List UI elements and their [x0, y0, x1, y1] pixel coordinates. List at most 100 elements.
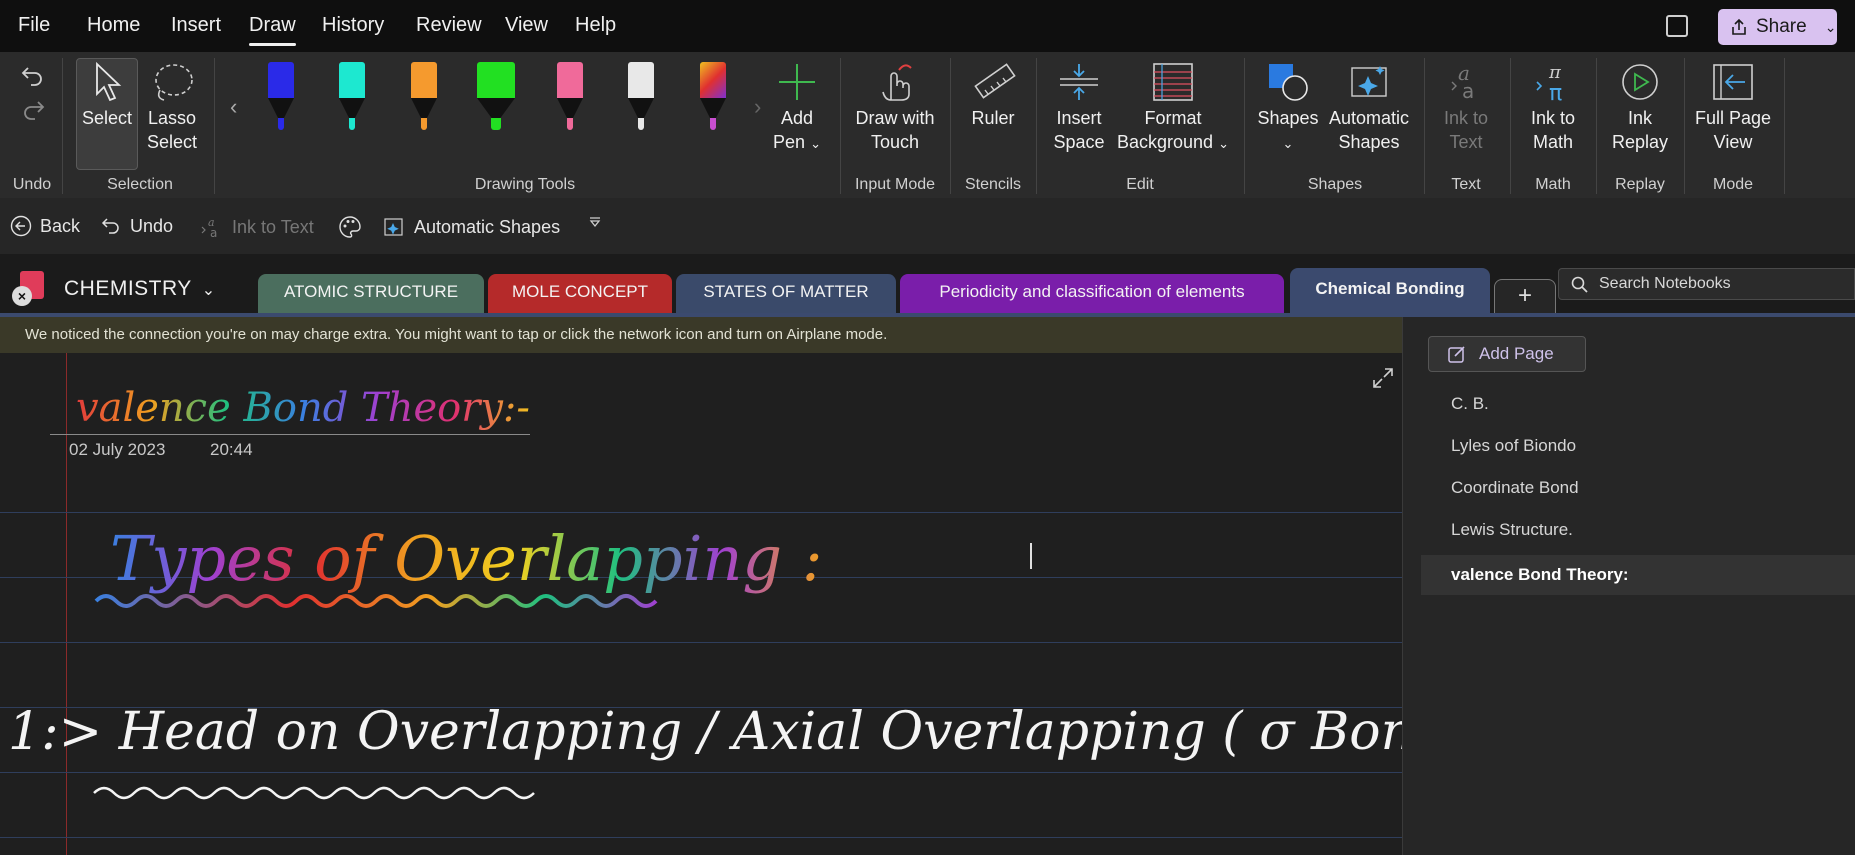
ruler-button[interactable]: Ruler [958, 62, 1028, 130]
automatic-shapes-button[interactable]: Automatic Shapes [1324, 62, 1414, 154]
menu-home[interactable]: Home [87, 14, 140, 37]
white-pen[interactable] [626, 62, 656, 132]
tab-periodicity[interactable]: Periodicity and classification of elemen… [900, 274, 1284, 314]
ink-to-text-icon: aa [201, 216, 217, 239]
select-button[interactable]: Select [76, 62, 138, 130]
menu-review[interactable]: Review [416, 14, 482, 37]
format-background-button[interactable]: Format Background ⌄ [1116, 62, 1230, 156]
blue-pen[interactable] [266, 62, 296, 132]
page-item[interactable]: Lyles oof Biondo [1403, 427, 1855, 465]
chevron-down-icon: ⌄ [810, 136, 821, 151]
qa-undo-label: Undo [130, 215, 174, 236]
page-item-active[interactable]: valence Bond Theory: [1421, 555, 1855, 595]
share-label: Share [1756, 16, 1807, 37]
qa-ink-to-text-button[interactable]: aa Ink to Text [200, 215, 314, 239]
full-page-view-icon [1713, 64, 1753, 100]
pink-pen[interactable] [555, 62, 585, 132]
add-page-label: Add Page [1479, 344, 1554, 363]
back-button[interactable]: Back [10, 215, 80, 237]
qa-undo-button[interactable]: Undo [100, 215, 173, 237]
lasso-label-2: Select [146, 132, 198, 152]
close-icon[interactable]: × [12, 286, 32, 306]
tab-states-of-matter[interactable]: STATES OF MATTER [676, 274, 896, 314]
ink-line-1[interactable]: 1:> Head on Overlapping / Axial Overlapp… [8, 702, 1402, 762]
pens-scroll-left-icon[interactable]: ‹ [230, 94, 237, 120]
selection-group-label: Selection [107, 176, 173, 193]
green-highlighter[interactable] [476, 62, 516, 132]
page-date: 02 July 2023 [69, 440, 166, 459]
add-pen-label-2: Pen [773, 132, 806, 152]
insert-space-label-1: Insert [1056, 108, 1102, 128]
page-item[interactable]: Lewis Structure. [1403, 511, 1855, 549]
orange-pen[interactable] [409, 62, 439, 132]
share-button[interactable]: Share ⌄ [1718, 9, 1837, 45]
chevron-down-icon: ⌄ [1218, 136, 1229, 151]
rainbow-pen[interactable] [698, 62, 728, 132]
mode-group-label: Mode [1712, 176, 1754, 193]
lasso-select-button[interactable]: Lasso Select [142, 62, 202, 154]
menu-file[interactable]: File [18, 14, 50, 37]
ink-replay-button[interactable]: Ink Replay [1602, 62, 1678, 154]
tab-chemical-bonding[interactable]: Chemical Bonding [1290, 268, 1490, 314]
pens-scroll-right-icon[interactable]: › [754, 94, 761, 120]
menu-insert[interactable]: Insert [171, 14, 221, 37]
ink-to-math-button[interactable]: ππ Ink to Math [1516, 62, 1590, 154]
text-group-label: Text [1451, 176, 1481, 193]
customize-qab-button[interactable] [588, 215, 602, 229]
add-page-button[interactable]: Add Page [1428, 336, 1586, 372]
redo-icon[interactable] [20, 96, 46, 122]
full-page-view-button[interactable]: Full Page View [1690, 62, 1776, 154]
add-pen-button[interactable]: Add Pen ⌄ [768, 62, 826, 156]
page-title-ink[interactable]: valence Bond Theory:- [76, 385, 530, 431]
ink-replay-label-2: Replay [1611, 132, 1669, 152]
menu-view[interactable]: View [505, 14, 548, 37]
svg-text:π: π [1548, 62, 1562, 83]
metered-connection-notice: We noticed the connection you're on may … [0, 317, 1402, 353]
ink-to-math-label-2: Math [1532, 132, 1574, 152]
search-placeholder: Search Notebooks [1599, 275, 1731, 292]
expand-icon[interactable] [1372, 367, 1394, 389]
rule-line [0, 772, 1402, 773]
ruler-label: Ruler [971, 108, 1015, 128]
auto-shapes-label-1: Automatic [1328, 108, 1410, 128]
quick-access-bar: Back Undo aa Ink to Text Automatic Shape… [0, 198, 1855, 254]
draw-with-touch-button[interactable]: Draw with Touch [848, 62, 942, 154]
ink-to-text-label-1: Ink to [1443, 108, 1489, 128]
page-item[interactable]: Coordinate Bond [1403, 469, 1855, 507]
edit-group-label: Edit [1126, 176, 1154, 193]
full-page-view-label-2: View [1713, 132, 1753, 152]
draw-ribbon: Undo Select Lasso Select Selection ‹ › A… [0, 52, 1855, 198]
tab-mole-concept[interactable]: MOLE CONCEPT [488, 274, 672, 314]
undo-icon[interactable] [20, 62, 46, 88]
qa-automatic-shapes-button[interactable]: Automatic Shapes [382, 215, 560, 239]
note-canvas[interactable]: We noticed the connection you're on may … [0, 317, 1402, 855]
palette-button[interactable] [338, 215, 362, 239]
back-arrow-icon [10, 215, 32, 237]
menu-draw[interactable]: Draw [249, 14, 296, 46]
insert-space-icon [1060, 64, 1098, 100]
menu-history[interactable]: History [322, 14, 384, 37]
chevron-down-icon[interactable]: ⌄ [1825, 19, 1837, 36]
shapes-button[interactable]: Shapes ⌄ [1252, 62, 1324, 156]
page-time: 20:44 [210, 440, 253, 459]
notebook-selector[interactable]: CHEMISTRY ⌄ [64, 277, 216, 301]
notebook-view-icon[interactable] [1666, 15, 1688, 37]
ink-to-text-button[interactable]: aa Ink to Text [1430, 62, 1502, 154]
share-icon [1732, 18, 1746, 35]
page-item[interactable]: C. B. [1403, 385, 1855, 423]
ink-to-math-icon: ππ [1536, 62, 1562, 102]
tab-atomic-structure[interactable]: ATOMIC STRUCTURE [258, 274, 484, 314]
menu-help[interactable]: Help [575, 14, 616, 37]
math-group-label: Math [1535, 176, 1571, 193]
svg-text:a: a [210, 226, 217, 239]
insert-space-button[interactable]: Insert Space [1044, 62, 1114, 154]
qa-automatic-shapes-label: Automatic Shapes [414, 216, 561, 237]
svg-text:a: a [1462, 79, 1474, 102]
replay-group-label: Replay [1615, 176, 1665, 193]
add-section-button[interactable]: + [1494, 279, 1556, 314]
touch-hand-icon [882, 64, 912, 101]
search-notebooks-input[interactable]: Search Notebooks [1558, 268, 1855, 300]
cursor-arrow-icon [96, 62, 122, 102]
drawing-tools-group-label: Drawing Tools [474, 176, 576, 193]
cyan-pen[interactable] [337, 62, 367, 132]
